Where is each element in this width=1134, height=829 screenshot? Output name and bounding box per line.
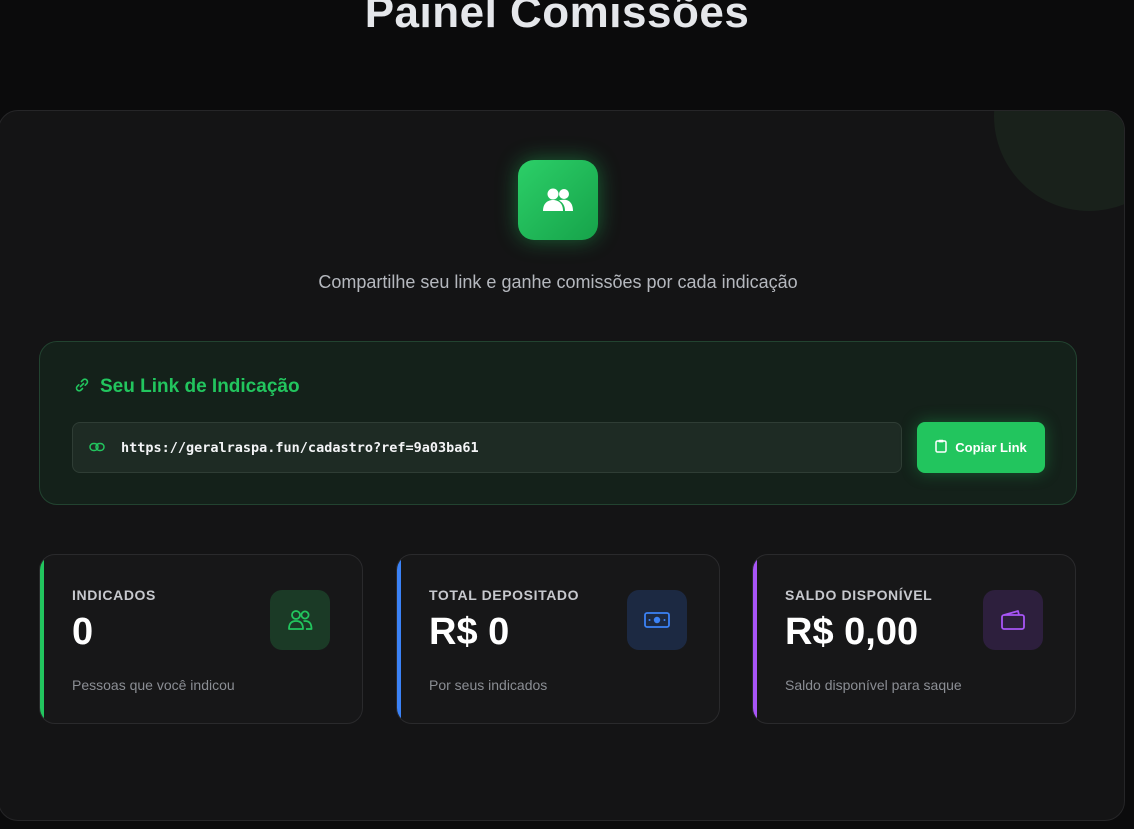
stat-value: R$ 0 bbox=[429, 611, 510, 653]
stat-label: TOTAL DEPOSITADO bbox=[429, 587, 580, 603]
decorative-circle bbox=[994, 111, 1124, 211]
commission-panel: Compartilhe seu link e ganhe comissões p… bbox=[0, 110, 1125, 821]
stat-description: Por seus indicados bbox=[429, 677, 548, 693]
stat-accent bbox=[753, 555, 757, 723]
stat-card-referrals: INDICADOS 0 Pessoas que você indicou bbox=[39, 554, 363, 724]
stat-description: Saldo disponível para saque bbox=[785, 677, 962, 693]
stat-description: Pessoas que você indicou bbox=[72, 677, 235, 693]
wallet-icon bbox=[983, 590, 1043, 650]
copy-link-button[interactable]: Copiar Link bbox=[917, 422, 1045, 473]
page-title: Painel Comissões bbox=[364, 0, 750, 37]
hero-subtitle: Compartilhe seu link e ganhe comissões p… bbox=[318, 272, 798, 292]
stat-card-total-deposited: TOTAL DEPOSITADO R$ 0 Por seus indicados bbox=[396, 554, 720, 724]
chain-link-icon bbox=[89, 439, 105, 457]
stat-accent bbox=[397, 555, 401, 723]
clipboard-icon bbox=[935, 439, 947, 456]
link-icon bbox=[74, 377, 90, 398]
stat-value: 0 bbox=[72, 611, 94, 653]
stat-label: SALDO DISPONÍVEL bbox=[785, 587, 933, 603]
stat-label: INDICADOS bbox=[72, 587, 156, 603]
referral-link-box: Seu Link de Indicação https://geralraspa… bbox=[39, 341, 1077, 505]
referral-link-field[interactable]: https://geralraspa.fun/cadastro?ref=9a03… bbox=[72, 422, 902, 473]
stat-accent bbox=[40, 555, 44, 723]
stat-value: R$ 0,00 bbox=[785, 611, 919, 653]
copy-link-label: Copiar Link bbox=[955, 440, 1027, 455]
banknote-icon bbox=[627, 590, 687, 650]
users-icon bbox=[518, 160, 598, 240]
referral-header: Seu Link de Indicação bbox=[74, 376, 300, 398]
referral-url[interactable]: https://geralraspa.fun/cadastro?ref=9a03… bbox=[121, 440, 479, 456]
referral-title: Seu Link de Indicação bbox=[100, 376, 300, 397]
users-icon bbox=[270, 590, 330, 650]
stat-card-available-balance: SALDO DISPONÍVEL R$ 0,00 Saldo disponíve… bbox=[752, 554, 1076, 724]
